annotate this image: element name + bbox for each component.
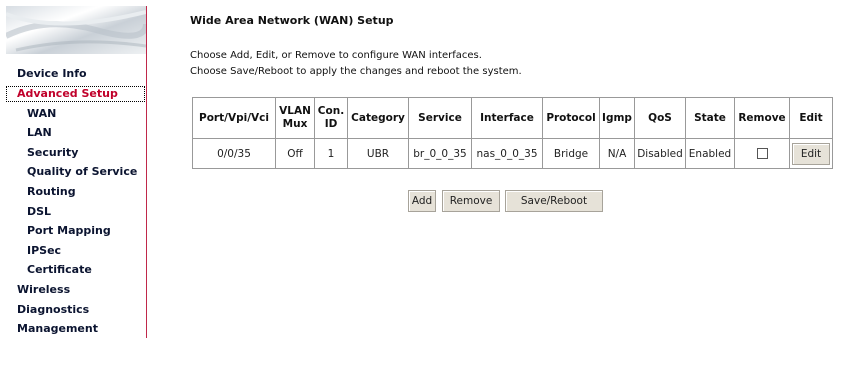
sidebar-item-device-info[interactable]: Device Info [6,64,146,84]
header-interface: Interface [471,97,543,139]
cell-category: UBR [347,138,409,169]
header-edit: Edit [789,97,833,139]
table-row: 0/0/35 Off 1 UBR br_0_0_35 nas_0_0_35 Br… [192,138,833,169]
sidebar-item-diagnostics[interactable]: Diagnostics [6,300,146,320]
header-igmp: Igmp [599,97,635,139]
header-protocol: Protocol [542,97,600,139]
header-con-id: Con. ID [314,97,348,139]
wan-table: Port/Vpi/Vci VLAN Mux Con. ID Category Ser… [192,97,833,169]
cell-state: Enabled [685,138,735,169]
sidebar-item-management[interactable]: Management [6,319,146,339]
description-line-1: Choose Add, Edit, or Remove to configure… [190,50,482,61]
remove-checkbox[interactable] [756,148,768,159]
sidebar-item-lan[interactable]: LAN [6,123,146,143]
sidebar-item-advanced-setup[interactable]: Advanced Setup [6,85,145,102]
cell-protocol: Bridge [542,138,600,169]
sidebar-item-port-mapping[interactable]: Port Mapping [6,221,146,241]
cell-port-vpi-vci: 0/0/35 [192,138,276,169]
header-port-vpi-vci: Port/Vpi/Vci [192,97,276,139]
cell-con-id: 1 [314,138,348,169]
sidebar-item-dsl[interactable]: DSL [6,202,146,222]
logo-banner [6,6,146,54]
add-button[interactable]: Add [408,190,436,212]
page-title: Wide Area Network (WAN) Setup [190,14,394,27]
cell-vlan-mux: Off [275,138,315,169]
sidebar-item-quality-of-service[interactable]: Quality of Service [6,162,146,182]
remove-button[interactable]: Remove [442,190,500,212]
cell-remove [734,138,790,169]
cell-service: br_0_0_35 [408,138,472,169]
sidebar-item-ipsec[interactable]: IPSec [6,241,146,261]
save-reboot-button[interactable]: Save/Reboot [505,190,603,212]
header-service: Service [408,97,472,139]
cell-edit: Edit [789,138,833,169]
sidebar: Device Info Advanced Setup WAN LAN Secur… [6,6,147,338]
sidebar-item-certificate[interactable]: Certificate [6,260,146,280]
cell-qos: Disabled [634,138,686,169]
header-remove: Remove [734,97,790,139]
sidebar-item-wan[interactable]: WAN [6,104,146,124]
edit-button[interactable]: Edit [792,142,830,165]
sidebar-item-wireless[interactable]: Wireless [6,280,146,300]
cell-igmp: N/A [599,138,635,169]
header-vlan-mux: VLAN Mux [275,97,315,139]
header-state: State [685,97,735,139]
sidebar-item-security[interactable]: Security [6,143,146,163]
description-line-2: Choose Save/Reboot to apply the changes … [190,66,522,77]
sidebar-item-routing[interactable]: Routing [6,182,146,202]
header-category: Category [347,97,409,139]
header-qos: QoS [634,97,686,139]
cell-interface: nas_0_0_35 [471,138,543,169]
table-header-row: Port/Vpi/Vci VLAN Mux Con. ID Category Ser… [192,97,833,139]
sidebar-menu: Device Info Advanced Setup WAN LAN Secur… [6,64,146,339]
